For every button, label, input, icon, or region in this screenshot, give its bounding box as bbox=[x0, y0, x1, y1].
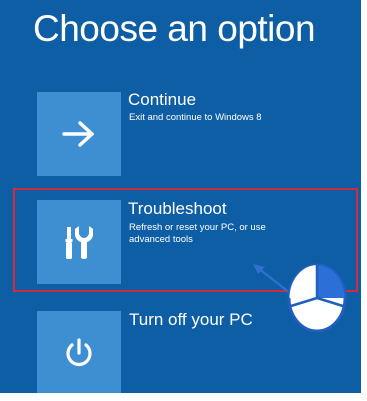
troubleshoot-tile[interactable] bbox=[37, 200, 121, 284]
tools-icon bbox=[65, 226, 93, 259]
option-description: Refresh or reset your PC, or use advance… bbox=[129, 222, 266, 245]
option-title: Turn off your PC bbox=[129, 310, 253, 329]
option-title: Troubleshoot bbox=[128, 199, 227, 218]
turn-off-tile[interactable] bbox=[37, 311, 121, 395]
frame-right bbox=[361, 0, 367, 401]
frame-bottom bbox=[0, 393, 367, 401]
recovery-screen: Choose an option Continue Exit and conti… bbox=[0, 0, 367, 401]
continue-tile[interactable] bbox=[37, 92, 121, 176]
power-icon bbox=[66, 338, 92, 367]
option-description: Exit and continue to Windows 8 bbox=[129, 112, 262, 123]
mouse-click-icon bbox=[287, 263, 347, 333]
page-title: Choose an option bbox=[33, 8, 316, 49]
option-title: Continue bbox=[128, 90, 197, 109]
arrow-right-icon bbox=[62, 121, 94, 147]
